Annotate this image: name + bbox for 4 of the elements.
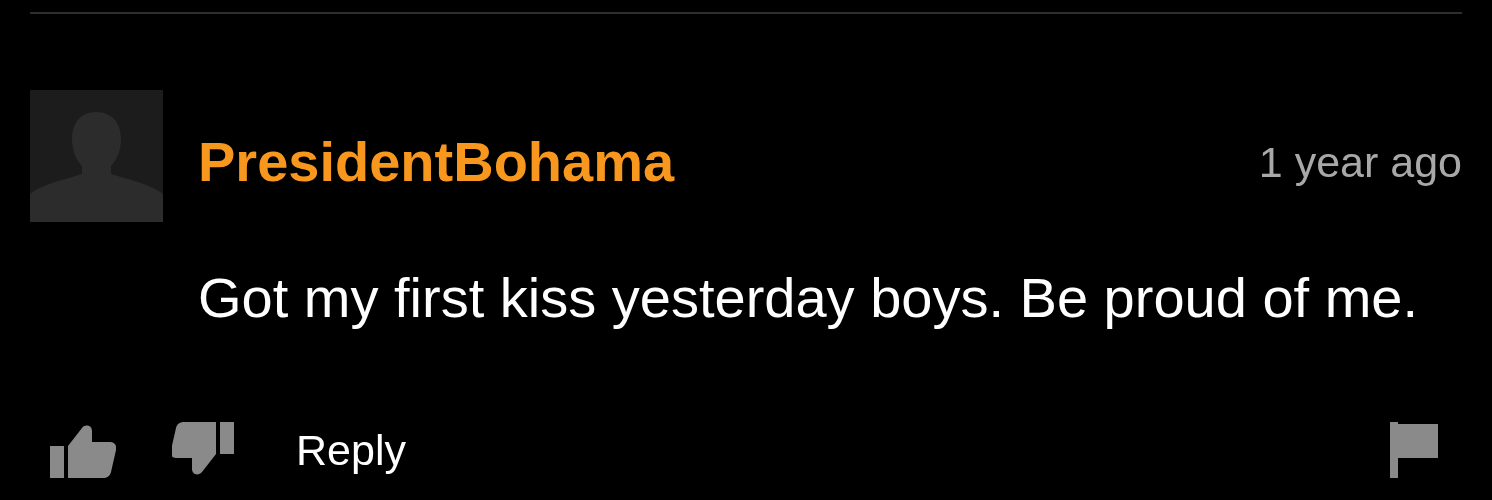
flag-icon[interactable]: [1390, 422, 1438, 478]
reply-button[interactable]: Reply: [296, 428, 406, 472]
timestamp: 1 year ago: [1258, 140, 1462, 184]
username[interactable]: PresidentBohama: [198, 134, 675, 190]
